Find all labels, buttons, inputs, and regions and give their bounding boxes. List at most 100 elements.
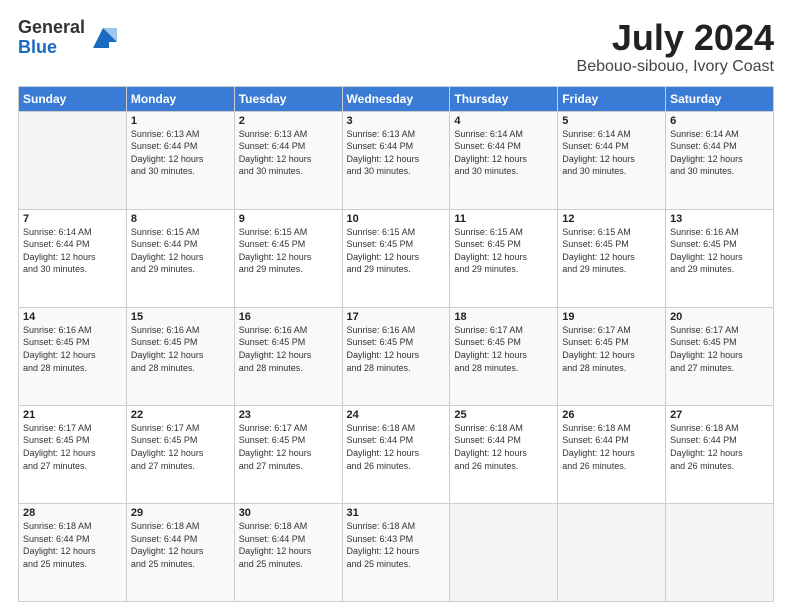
table-row: 18Sunrise: 6:17 AM Sunset: 6:45 PM Dayli… xyxy=(450,307,558,405)
table-row: 19Sunrise: 6:17 AM Sunset: 6:45 PM Dayli… xyxy=(558,307,666,405)
table-row: 24Sunrise: 6:18 AM Sunset: 6:44 PM Dayli… xyxy=(342,405,450,503)
day-number: 30 xyxy=(239,507,338,519)
calendar-week-0: 1Sunrise: 6:13 AM Sunset: 6:44 PM Daylig… xyxy=(19,111,774,209)
table-row: 6Sunrise: 6:14 AM Sunset: 6:44 PM Daylig… xyxy=(666,111,774,209)
day-number: 23 xyxy=(239,409,338,421)
table-row: 9Sunrise: 6:15 AM Sunset: 6:45 PM Daylig… xyxy=(234,209,342,307)
day-number: 25 xyxy=(454,409,553,421)
day-number: 1 xyxy=(131,115,230,127)
logo-icon xyxy=(89,24,117,52)
table-row: 13Sunrise: 6:16 AM Sunset: 6:45 PM Dayli… xyxy=(666,209,774,307)
table-row xyxy=(450,503,558,601)
day-number: 16 xyxy=(239,311,338,323)
day-number: 15 xyxy=(131,311,230,323)
day-info: Sunrise: 6:18 AM Sunset: 6:44 PM Dayligh… xyxy=(454,422,553,472)
header-sunday: Sunday xyxy=(19,86,127,111)
calendar-week-2: 14 Sunrise: 6:16 AM Sunset: 6:45 PM Dayli… xyxy=(19,307,774,405)
day-number: 26 xyxy=(562,409,661,421)
table-row: 4Sunrise: 6:14 AM Sunset: 6:44 PM Daylig… xyxy=(450,111,558,209)
day-info: Sunrise: 6:17 AM Sunset: 6:45 PM Dayligh… xyxy=(239,422,338,472)
calendar-page: General Blue July 2024 Bebouo-sibouo, Iv… xyxy=(0,0,792,612)
logo: General Blue xyxy=(18,18,117,58)
table-row: 2Sunrise: 6:13 AM Sunset: 6:44 PM Daylig… xyxy=(234,111,342,209)
day-number: 13 xyxy=(670,213,769,225)
day-info: Sunrise: 6:18 AM Sunset: 6:44 PM Dayligh… xyxy=(131,520,230,570)
day-info: Sunrise: 6:17 AM Sunset: 6:45 PM Dayligh… xyxy=(562,324,661,374)
table-row: 22Sunrise: 6:17 AM Sunset: 6:45 PM Dayli… xyxy=(126,405,234,503)
day-number: 11 xyxy=(454,213,553,225)
day-number: 12 xyxy=(562,213,661,225)
table-row: 30Sunrise: 6:18 AM Sunset: 6:44 PM Dayli… xyxy=(234,503,342,601)
table-row: 15Sunrise: 6:16 AM Sunset: 6:45 PM Dayli… xyxy=(126,307,234,405)
day-info: Sunrise: 6:15 AM Sunset: 6:45 PM Dayligh… xyxy=(454,226,553,276)
table-row: 20Sunrise: 6:17 AM Sunset: 6:45 PM Dayli… xyxy=(666,307,774,405)
day-number: 8 xyxy=(131,213,230,225)
day-info: Sunrise: 6:16 AM Sunset: 6:45 PM Dayligh… xyxy=(670,226,769,276)
day-number: 22 xyxy=(131,409,230,421)
calendar-header-row: Sunday Monday Tuesday Wednesday Thursday… xyxy=(19,86,774,111)
day-number: 31 xyxy=(347,507,446,519)
day-number: 19 xyxy=(562,311,661,323)
title-block: July 2024 Bebouo-sibouo, Ivory Coast xyxy=(577,18,774,76)
day-info: Sunrise: 6:17 AM Sunset: 6:45 PM Dayligh… xyxy=(670,324,769,374)
table-row: 31Sunrise: 6:18 AM Sunset: 6:43 PM Dayli… xyxy=(342,503,450,601)
day-number: 14 xyxy=(23,311,122,323)
header-monday: Monday xyxy=(126,86,234,111)
table-row: 29Sunrise: 6:18 AM Sunset: 6:44 PM Dayli… xyxy=(126,503,234,601)
day-info: Sunrise: 6:13 AM Sunset: 6:44 PM Dayligh… xyxy=(131,128,230,178)
table-row: 14Sunrise: 6:16 AM Sunset: 6:45 PM Dayli… xyxy=(19,307,127,405)
day-info: Sunrise: 6:14 AM Sunset: 6:44 PM Dayligh… xyxy=(670,128,769,178)
calendar-week-4: 28 Sunrise: 6:18 AM Sunset: 6:44 PM Dayli… xyxy=(19,503,774,601)
day-info: Sunrise: 6:15 AM Sunset: 6:45 PM Dayligh… xyxy=(347,226,446,276)
day-number: 9 xyxy=(239,213,338,225)
table-row: 23Sunrise: 6:17 AM Sunset: 6:45 PM Dayli… xyxy=(234,405,342,503)
month-title: July 2024 xyxy=(577,18,774,58)
day-number: 28 xyxy=(23,507,122,519)
table-row xyxy=(558,503,666,601)
table-row: 21Sunrise: 6:17 AM Sunset: 6:45 PM Dayli… xyxy=(19,405,127,503)
table-row: 3Sunrise: 6:13 AM Sunset: 6:44 PM Daylig… xyxy=(342,111,450,209)
day-info: Sunrise: 6:18 AM Sunset: 6:44 PM Dayligh… xyxy=(239,520,338,570)
day-info: Sunrise: 6:17 AM Sunset: 6:45 PM Dayligh… xyxy=(23,422,122,472)
day-info: Sunrise: 6:14 AM Sunset: 6:44 PM Dayligh… xyxy=(454,128,553,178)
day-number: 6 xyxy=(670,115,769,127)
day-number: 29 xyxy=(131,507,230,519)
day-info: Sunrise: 6:17 AM Sunset: 6:45 PM Dayligh… xyxy=(454,324,553,374)
day-number: 10 xyxy=(347,213,446,225)
table-row: 17Sunrise: 6:16 AM Sunset: 6:45 PM Dayli… xyxy=(342,307,450,405)
subtitle: Bebouo-sibouo, Ivory Coast xyxy=(577,58,774,76)
day-info: Sunrise: 6:16 AM Sunset: 6:45 PM Dayligh… xyxy=(131,324,230,374)
header-thursday: Thursday xyxy=(450,86,558,111)
day-info: Sunrise: 6:17 AM Sunset: 6:45 PM Dayligh… xyxy=(131,422,230,472)
day-info: Sunrise: 6:13 AM Sunset: 6:44 PM Dayligh… xyxy=(347,128,446,178)
day-info: Sunrise: 6:18 AM Sunset: 6:44 PM Dayligh… xyxy=(347,422,446,472)
table-row: 25Sunrise: 6:18 AM Sunset: 6:44 PM Dayli… xyxy=(450,405,558,503)
table-row: 28Sunrise: 6:18 AM Sunset: 6:44 PM Dayli… xyxy=(19,503,127,601)
table-row: 12Sunrise: 6:15 AM Sunset: 6:45 PM Dayli… xyxy=(558,209,666,307)
table-row: 8Sunrise: 6:15 AM Sunset: 6:44 PM Daylig… xyxy=(126,209,234,307)
table-row: 11Sunrise: 6:15 AM Sunset: 6:45 PM Dayli… xyxy=(450,209,558,307)
day-info: Sunrise: 6:13 AM Sunset: 6:44 PM Dayligh… xyxy=(239,128,338,178)
logo-blue: Blue xyxy=(18,38,85,58)
header-saturday: Saturday xyxy=(666,86,774,111)
day-number: 27 xyxy=(670,409,769,421)
header-wednesday: Wednesday xyxy=(342,86,450,111)
logo-text: General Blue xyxy=(18,18,85,58)
header: General Blue July 2024 Bebouo-sibouo, Iv… xyxy=(18,18,774,76)
day-number: 20 xyxy=(670,311,769,323)
table-row: 26Sunrise: 6:18 AM Sunset: 6:44 PM Dayli… xyxy=(558,405,666,503)
day-number: 2 xyxy=(239,115,338,127)
day-info: Sunrise: 6:16 AM Sunset: 6:45 PM Dayligh… xyxy=(347,324,446,374)
day-info: Sunrise: 6:18 AM Sunset: 6:43 PM Dayligh… xyxy=(347,520,446,570)
logo-general: General xyxy=(18,18,85,38)
day-info: Sunrise: 6:15 AM Sunset: 6:45 PM Dayligh… xyxy=(239,226,338,276)
day-info: Sunrise: 6:14 AM Sunset: 6:44 PM Dayligh… xyxy=(23,226,122,276)
day-info: Sunrise: 6:14 AM Sunset: 6:44 PM Dayligh… xyxy=(562,128,661,178)
calendar-table: Sunday Monday Tuesday Wednesday Thursday… xyxy=(18,86,774,602)
calendar-week-3: 21Sunrise: 6:17 AM Sunset: 6:45 PM Dayli… xyxy=(19,405,774,503)
day-info: Sunrise: 6:15 AM Sunset: 6:44 PM Dayligh… xyxy=(131,226,230,276)
table-row: 27Sunrise: 6:18 AM Sunset: 6:44 PM Dayli… xyxy=(666,405,774,503)
day-info: Sunrise: 6:18 AM Sunset: 6:44 PM Dayligh… xyxy=(562,422,661,472)
header-friday: Friday xyxy=(558,86,666,111)
calendar-week-1: 7Sunrise: 6:14 AM Sunset: 6:44 PM Daylig… xyxy=(19,209,774,307)
